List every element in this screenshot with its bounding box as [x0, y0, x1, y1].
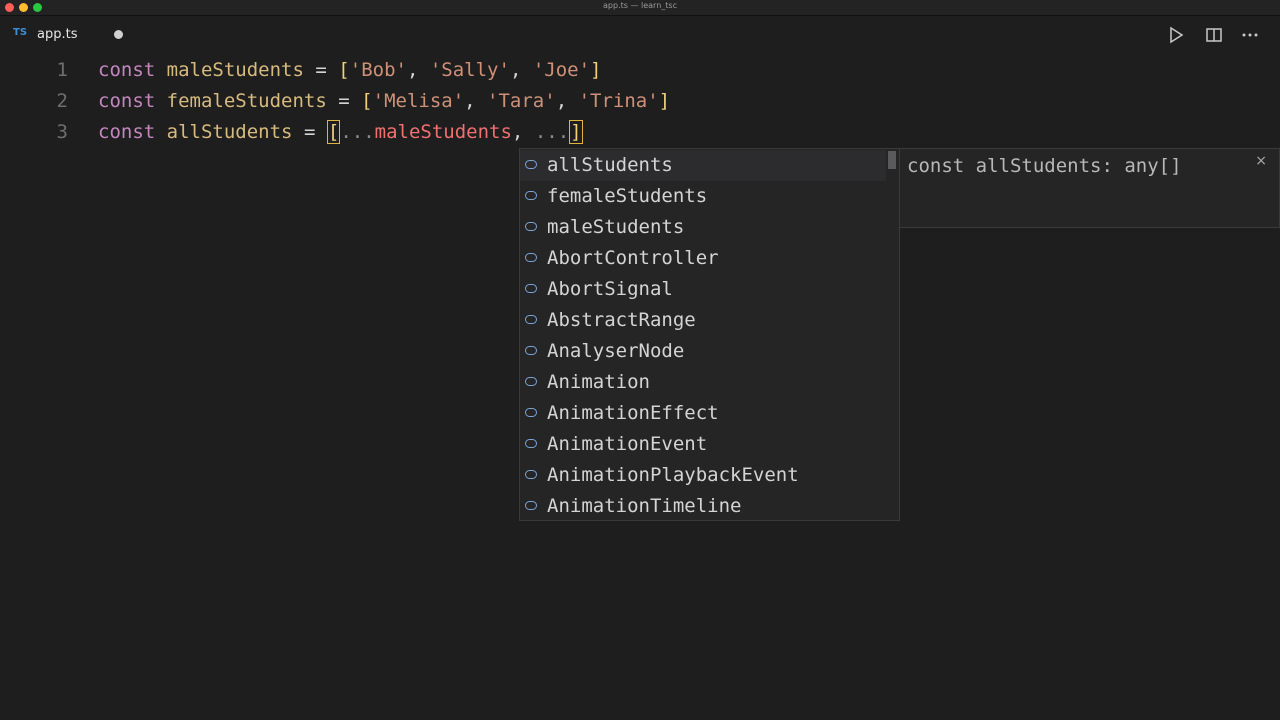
more-actions-icon[interactable]: [1240, 25, 1260, 45]
variable-icon: [525, 222, 537, 231]
suggest-item[interactable]: femaleStudents: [520, 181, 886, 212]
variable-icon: [525, 439, 537, 448]
suggest-item[interactable]: AnimationTimeline: [520, 491, 886, 522]
code-line[interactable]: 1 const maleStudents = ['Bob', 'Sally', …: [0, 55, 1260, 85]
variable-icon: [525, 470, 537, 479]
window-title: app.ts — learn_tsc: [603, 1, 677, 10]
code-line-active[interactable]: 3 const allStudents = [...maleStudents, …: [0, 117, 1260, 147]
unsaved-changes-dot[interactable]: [114, 30, 123, 39]
tab-bar: TS app.ts: [0, 16, 1280, 54]
suggest-item[interactable]: Animation: [520, 367, 886, 398]
suggest-item[interactable]: allStudents: [520, 150, 886, 181]
variable-icon: [525, 346, 537, 355]
variable-icon: [525, 408, 537, 417]
variable-icon: [525, 191, 537, 200]
code-text: const maleStudents = ['Bob', 'Sally', 'J…: [98, 59, 602, 81]
suggest-item[interactable]: AnimationEffect: [520, 398, 886, 429]
suggest-item[interactable]: AbortSignal: [520, 274, 886, 305]
title-bar: app.ts — learn_tsc: [0, 0, 1280, 16]
line-number: 1: [56, 59, 68, 81]
variable-icon: [525, 315, 537, 324]
line-number: 2: [56, 90, 68, 112]
line-number: 3: [56, 121, 68, 143]
code-line[interactable]: 2 const femaleStudents = ['Melisa', 'Tar…: [0, 86, 1260, 116]
split-editor-icon[interactable]: [1204, 25, 1224, 45]
matched-bracket-open: [: [326, 120, 341, 144]
tab-label: app.ts: [37, 27, 78, 42]
suggest-item[interactable]: AnalyserNode: [520, 336, 886, 367]
suggest-scrollbar[interactable]: [888, 151, 896, 169]
variable-icon: [525, 501, 537, 510]
code-text: const allStudents = [...maleStudents, ..…: [98, 120, 583, 144]
variable-icon: [525, 253, 537, 262]
suggest-details-panel: const allStudents: any[] ×: [900, 148, 1280, 228]
autocomplete-suggest-widget[interactable]: allStudents femaleStudents maleStudents …: [519, 148, 900, 521]
suggest-item[interactable]: AnimationPlaybackEvent: [520, 460, 886, 491]
variable-icon: [525, 284, 537, 293]
close-icon[interactable]: ×: [1255, 153, 1267, 169]
variable-icon: [525, 160, 537, 169]
variable-icon: [525, 377, 537, 386]
suggest-item[interactable]: maleStudents: [520, 212, 886, 243]
run-icon[interactable]: [1166, 25, 1186, 45]
suggest-item[interactable]: AnimationEvent: [520, 429, 886, 460]
code-text: const femaleStudents = ['Melisa', 'Tara'…: [98, 90, 671, 112]
typescript-file-icon: TS: [13, 27, 28, 38]
suggest-item[interactable]: AbortController: [520, 243, 886, 274]
text-cursor-bracket: ]: [569, 120, 583, 144]
tab-app-ts[interactable]: TS app.ts: [0, 16, 136, 54]
suggest-item[interactable]: AbstractRange: [520, 305, 886, 336]
type-signature: const allStudents: any[]: [907, 155, 1182, 177]
